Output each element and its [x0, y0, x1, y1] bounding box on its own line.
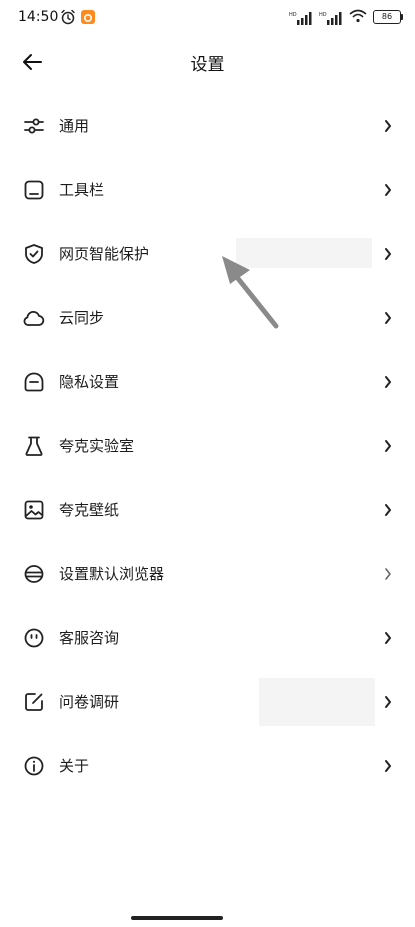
survey-icon: [22, 690, 46, 714]
signal-icon: HD: [319, 10, 343, 25]
chevron-right-icon: [383, 438, 393, 454]
menu-item-support[interactable]: 客服咨询: [0, 606, 415, 670]
app-notification-icon: [81, 10, 95, 24]
header: 设置: [0, 38, 415, 84]
annotation-arrow-icon: [214, 250, 284, 330]
chevron-right-icon: [383, 118, 393, 134]
chevron-right-icon: [383, 502, 393, 518]
chevron-right-icon: [383, 758, 393, 774]
chevron-right-icon: [383, 246, 393, 262]
menu-item-label: 夸克实验室: [59, 437, 135, 455]
menu-item-label: 关于: [59, 757, 90, 775]
sliders-icon: [22, 114, 46, 138]
signal-icon: HD: [289, 10, 313, 25]
menu-item-label: 云同步: [59, 309, 105, 327]
menu-item-label: 工具栏: [59, 181, 105, 199]
image-icon: [22, 498, 46, 522]
menu-item-about[interactable]: 关于: [0, 734, 415, 798]
menu-item-label: 网页智能保护: [59, 245, 150, 263]
menu-item-cloud-sync[interactable]: 云同步: [0, 286, 415, 350]
redaction-patch: [259, 678, 375, 726]
flask-icon: [22, 434, 46, 458]
svg-text:HD: HD: [289, 12, 297, 18]
shield-check-icon: [22, 242, 46, 266]
menu-item-label: 通用: [59, 117, 90, 135]
menu-item-label: 设置默认浏览器: [59, 565, 165, 583]
menu-item-label: 客服咨询: [59, 629, 120, 647]
menu-item-label: 隐私设置: [59, 373, 120, 391]
chevron-right-icon: [383, 182, 393, 198]
status-time: 14:50: [18, 9, 59, 25]
alarm-icon: [60, 9, 76, 25]
menu-item-privacy[interactable]: 隐私设置: [0, 350, 415, 414]
privacy-icon: [22, 370, 46, 394]
menu-item-label: 夸克壁纸: [59, 501, 120, 519]
menu-item-lab[interactable]: 夸克实验室: [0, 414, 415, 478]
browser-icon: [22, 562, 46, 586]
home-indicator[interactable]: [131, 916, 223, 920]
menu-item-label: 问卷调研: [59, 693, 120, 711]
svg-text:HD: HD: [319, 12, 327, 18]
info-icon: [22, 754, 46, 778]
toolbar-icon: [22, 178, 46, 202]
menu-item-wallpaper[interactable]: 夸克壁纸: [0, 478, 415, 542]
chevron-right-icon: [383, 630, 393, 646]
chevron-right-icon: [383, 694, 393, 710]
support-icon: [22, 626, 46, 650]
menu-item-toolbar[interactable]: 工具栏: [0, 158, 415, 222]
status-icons: HD HD 86: [289, 8, 403, 27]
status-bar: 14:50 HD HD 86: [0, 0, 415, 34]
menu-item-default-browser[interactable]: 设置默认浏览器: [0, 542, 415, 606]
page-title: 设置: [190, 55, 225, 75]
wifi-icon: [349, 8, 367, 27]
chevron-right-icon: [383, 374, 393, 390]
menu-item-general[interactable]: 通用: [0, 94, 415, 158]
battery-icon: 86: [373, 10, 403, 24]
chevron-right-icon: [383, 310, 393, 326]
cloud-icon: [22, 306, 46, 330]
chevron-right-icon: [383, 566, 393, 582]
